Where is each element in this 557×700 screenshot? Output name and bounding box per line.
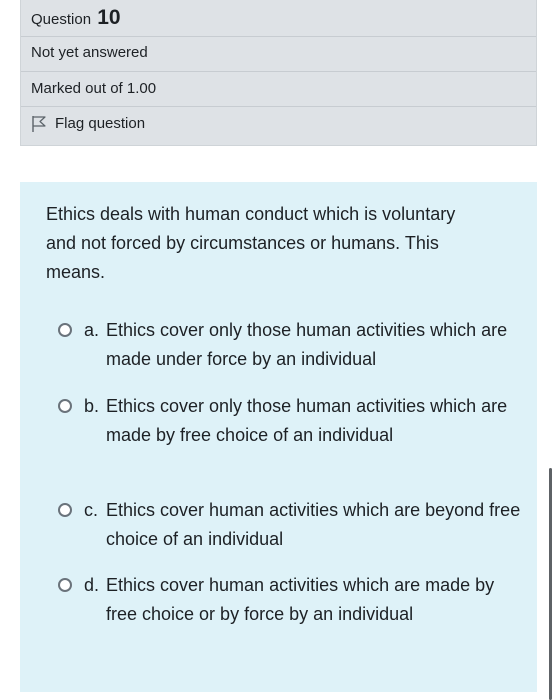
divider (21, 71, 536, 72)
answer-option-c[interactable]: c. Ethics cover human activities which a… (58, 496, 528, 554)
option-text: Ethics cover human activities which are … (106, 575, 495, 624)
divider (21, 36, 536, 37)
quiz-page: Question 10 Not yet answered Marked out … (0, 0, 557, 700)
question-heading: Question 10 (31, 6, 526, 30)
marks-info: Marked out of 1.00 (31, 80, 157, 97)
radio-button[interactable] (58, 503, 72, 517)
flag-question-label: Flag question (55, 115, 146, 132)
answer-option-b[interactable]: b. Ethics cover only those human activit… (58, 392, 528, 450)
question-number: 10 (97, 6, 121, 29)
flag-question-link[interactable]: Flag question (31, 114, 526, 134)
divider (21, 106, 536, 107)
radio-button[interactable] (58, 323, 72, 337)
question-word: Question (31, 11, 92, 28)
radio-button[interactable] (58, 399, 72, 413)
option-text: Ethics cover only those human activities… (106, 396, 508, 445)
radio-button[interactable] (58, 578, 72, 592)
answer-option-a[interactable]: a. Ethics cover only those human activit… (58, 316, 528, 374)
question-content-panel: Ethics deals with human conduct which is… (20, 182, 537, 692)
option-letter: b. (84, 396, 100, 416)
option-letter: a. (84, 320, 100, 340)
option-text: Ethics cover human activities which are … (106, 500, 521, 549)
scrollbar-thumb[interactable] (549, 468, 552, 700)
option-letter: d. (84, 575, 100, 595)
question-info-panel: Question 10 Not yet answered Marked out … (20, 0, 537, 146)
answer-option-d[interactable]: d. Ethics cover human activities which a… (58, 571, 528, 629)
option-letter: c. (84, 500, 99, 520)
question-text: Ethics deals with human conduct which is… (46, 204, 456, 282)
answer-status: Not yet answered (31, 44, 148, 61)
option-text: Ethics cover only those human activities… (106, 320, 508, 369)
flag-icon (31, 115, 47, 133)
